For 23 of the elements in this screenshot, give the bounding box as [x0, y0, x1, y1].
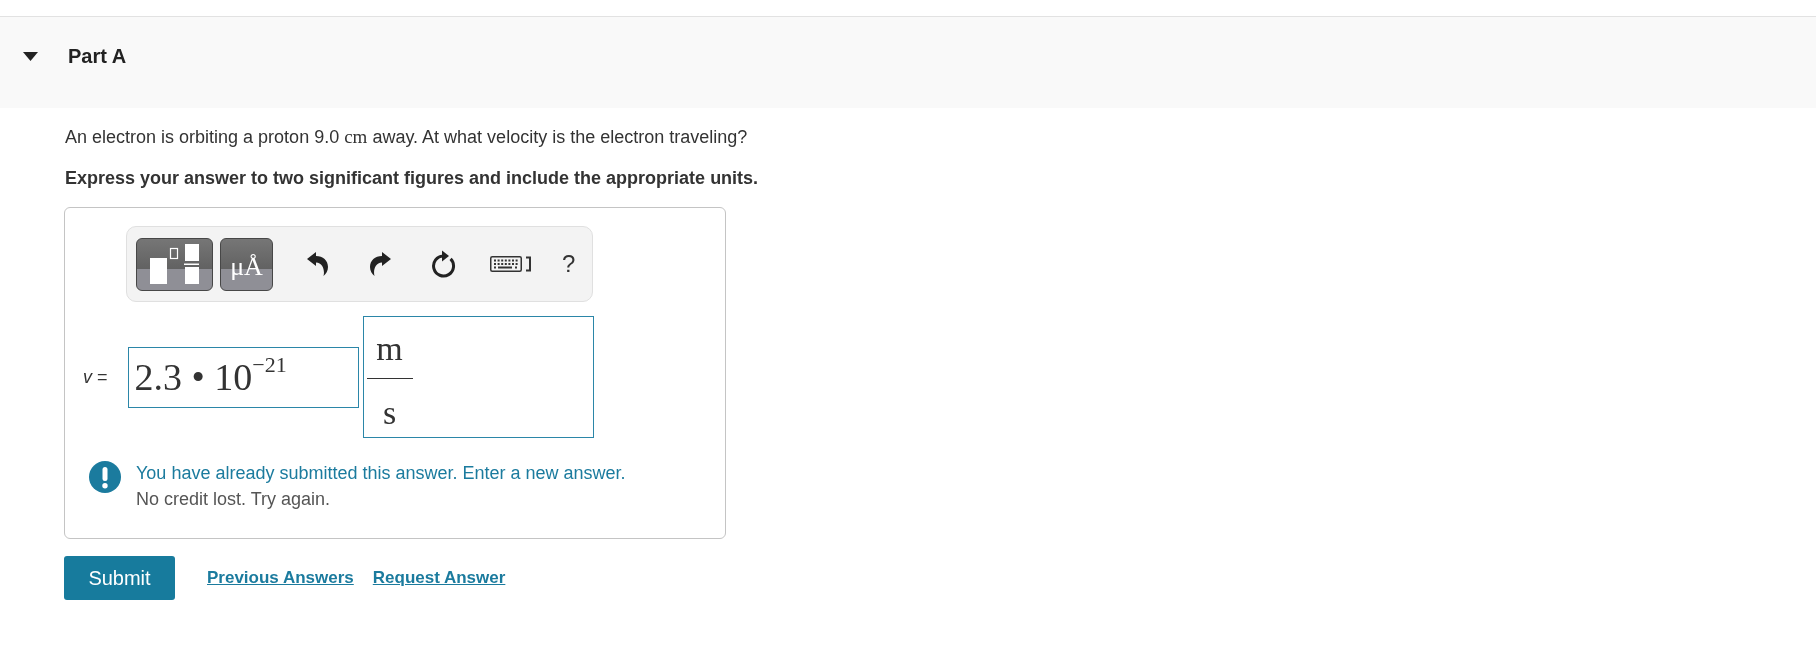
unit-denominator: s [382, 393, 397, 433]
answer-link[interactable]: Previous Answers [207, 565, 354, 591]
help-button[interactable]: ? [562, 250, 576, 278]
units-input[interactable]: m s [362, 316, 594, 438]
variable-label: v = [83, 366, 108, 389]
reset-icon[interactable] [431, 250, 456, 278]
units-button[interactable]: μÅ [220, 237, 273, 291]
caret-down-icon[interactable] [23, 51, 38, 61]
question-text: An electron is orbiting a proton 9.0 cm away. At what velocity is the electron traveling? [65, 125, 748, 149]
unit-numerator: m [376, 329, 403, 369]
answer-input[interactable]: 2.3 • 10$^{−21}$ [127, 346, 359, 408]
redo-icon[interactable] [370, 252, 391, 276]
undo-icon[interactable] [307, 252, 328, 276]
exclamation-icon [89, 461, 121, 493]
answer-link[interactable]: Request Answer [372, 565, 506, 591]
part-title: Part A [68, 44, 127, 69]
templates-button[interactable] [136, 237, 213, 291]
submit-button[interactable]: Submit [64, 556, 175, 600]
feedback-note: No credit lost. Try again. [136, 488, 331, 511]
keyboard-icon[interactable] [490, 256, 532, 272]
answer-instructions: Express your answer to two significant figures and include the appropriate units. [65, 167, 759, 190]
feedback-message: You have already submitted this answer. Enter a new answer. [136, 462, 626, 485]
fraction-template-icon [150, 244, 199, 284]
